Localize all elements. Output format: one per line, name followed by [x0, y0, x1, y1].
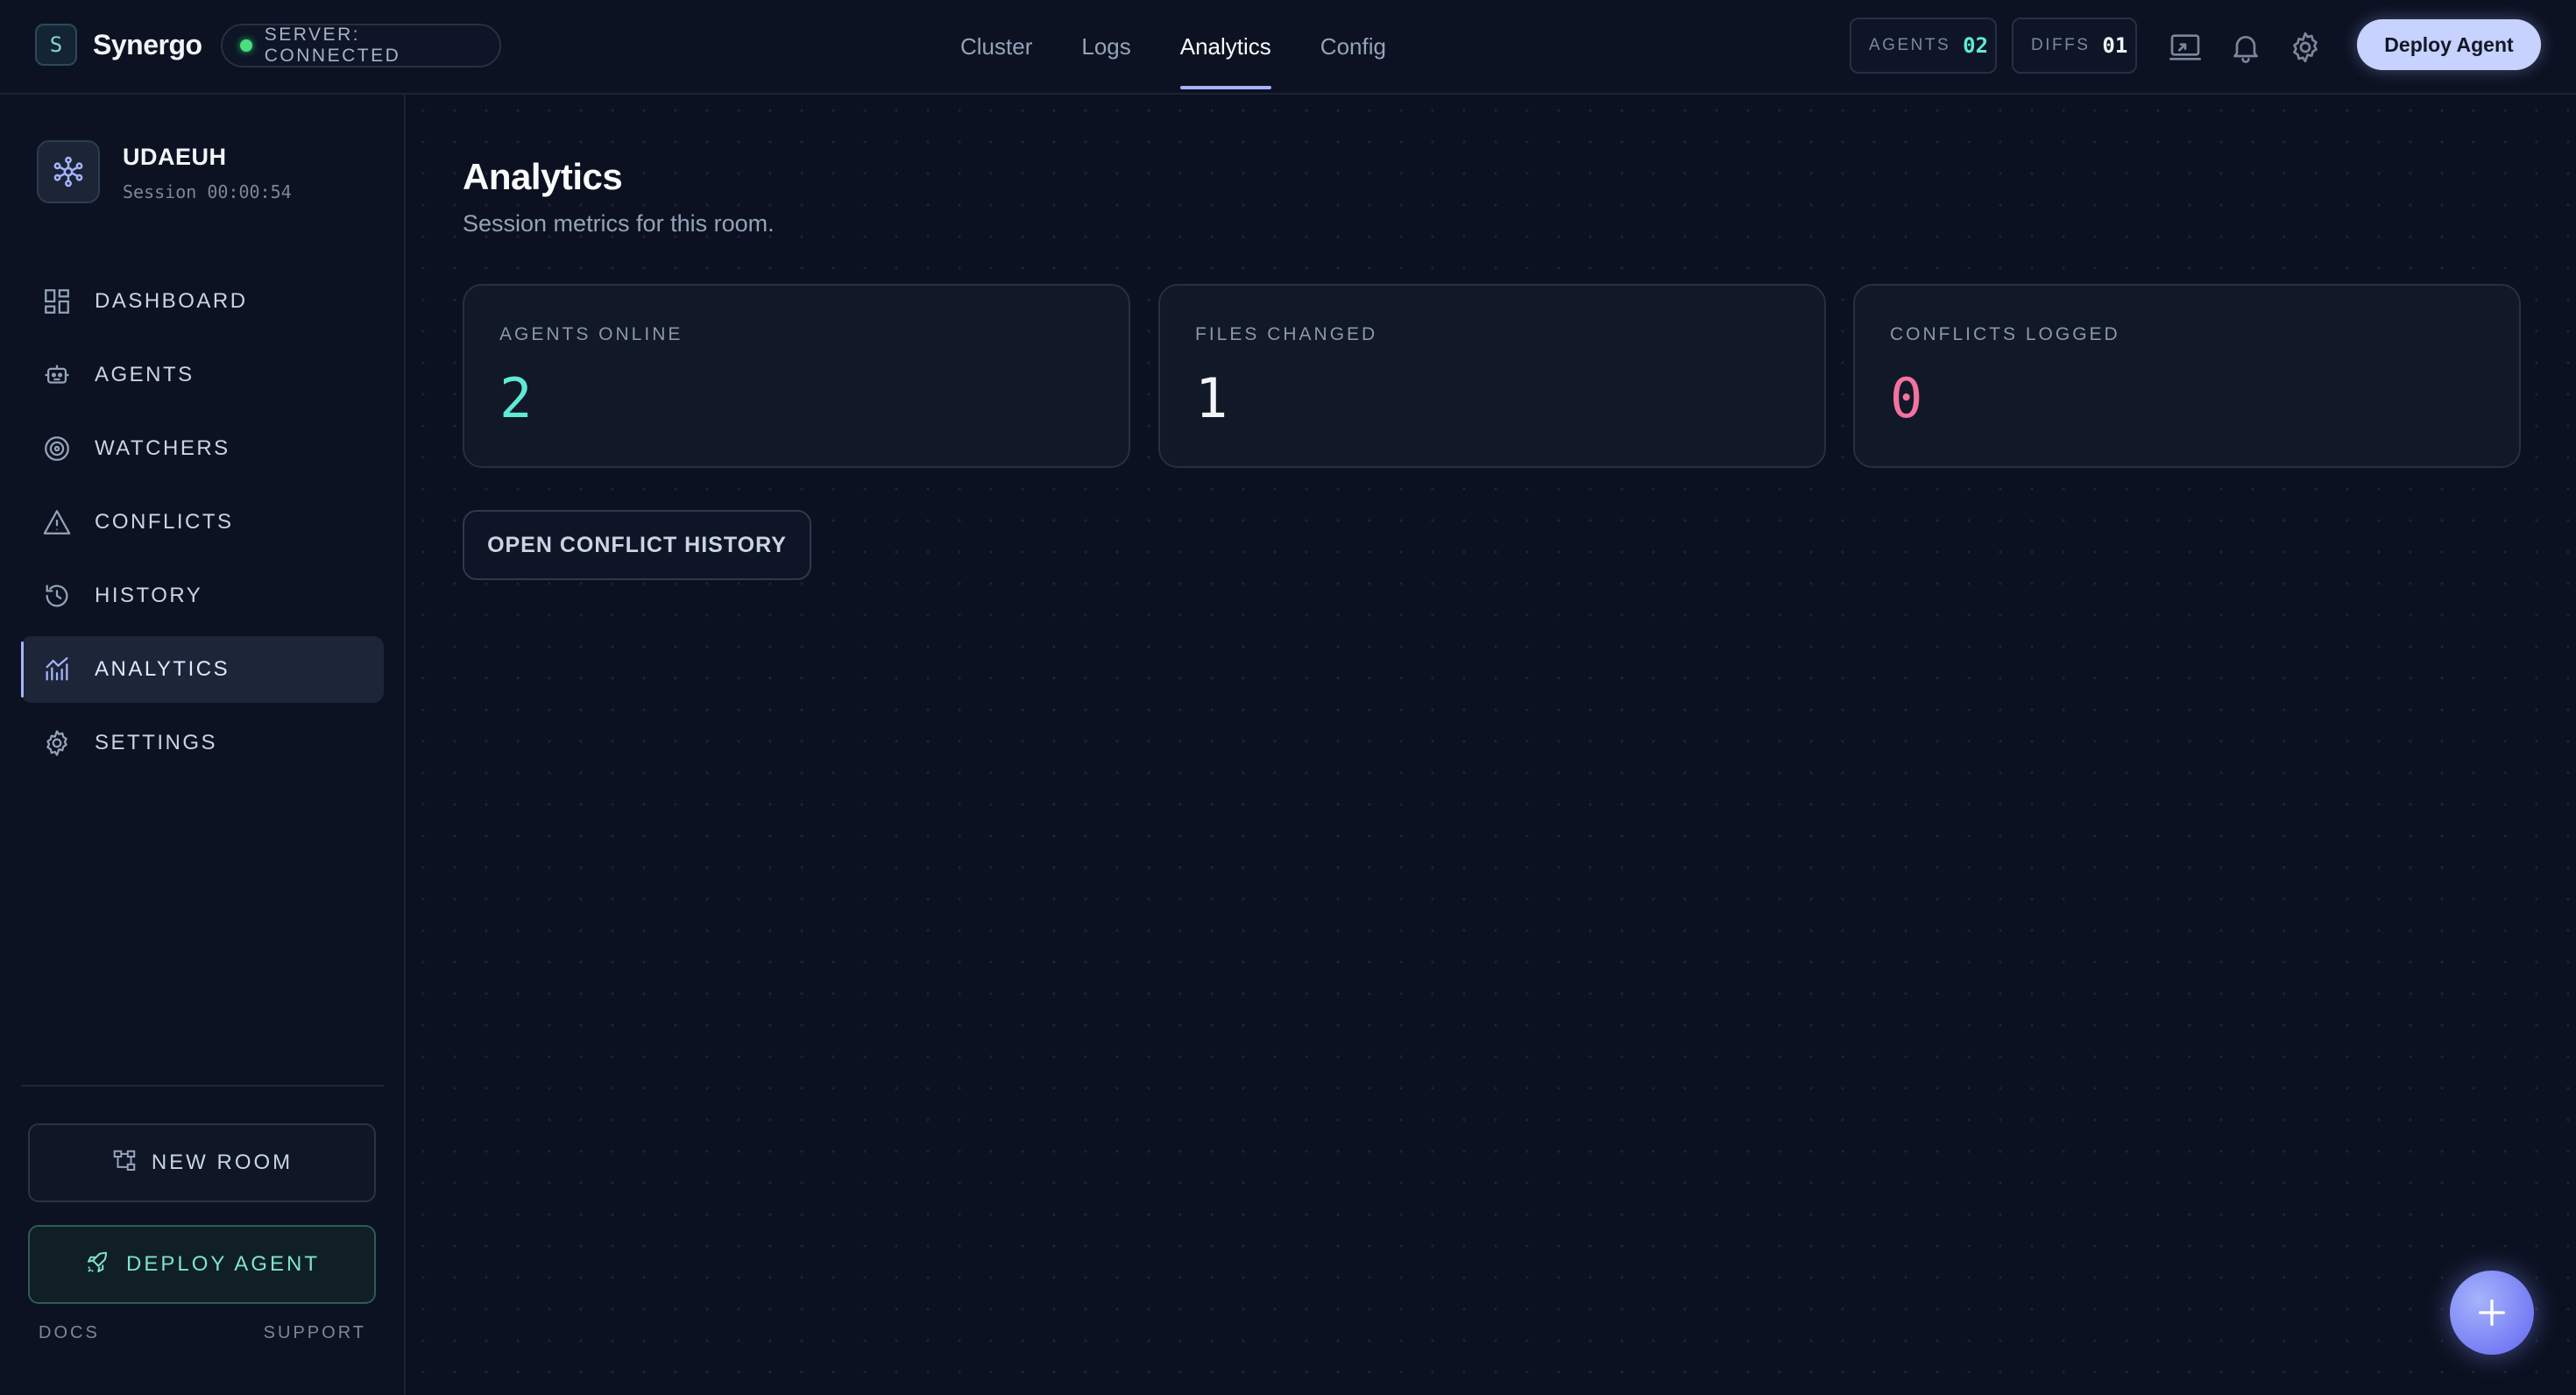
- sidebar-footer: DOCS SUPPORT: [39, 1323, 366, 1343]
- sidebar-item-label: HISTORY: [95, 584, 203, 607]
- page-title: Analytics: [463, 156, 623, 197]
- main-content: Analytics Session metrics for this room.…: [407, 95, 2576, 1395]
- brand-name: Synergo: [93, 28, 202, 60]
- status-dot-icon: [240, 39, 252, 52]
- server-status-badge: SERVER: CONNECTED: [221, 24, 501, 67]
- sidebar-nav: DASHBOARD AGENTS WATCHERS CONFLICTS HIST…: [21, 268, 384, 783]
- sidebar-item-analytics[interactable]: ANALYTICS: [21, 636, 384, 703]
- nav-tab-config[interactable]: Config: [1320, 0, 1386, 93]
- robot-icon: [42, 360, 72, 390]
- new-room-label: NEW ROOM: [151, 1151, 294, 1174]
- history-icon: [42, 581, 72, 611]
- sidebar-item-label: WATCHERS: [95, 436, 230, 460]
- gear-icon[interactable]: [2288, 30, 2323, 65]
- diffs-counter: DIFFS 01: [2012, 18, 2137, 74]
- docs-link[interactable]: DOCS: [39, 1323, 100, 1343]
- deploy-agent-label: DEPLOY AGENT: [126, 1252, 320, 1276]
- sidebar: UDAEUH Session 00:00:54 DASHBOARD AGENTS: [0, 95, 406, 1395]
- diffs-counter-label: DIFFS: [2031, 36, 2091, 54]
- target-icon: [42, 434, 72, 464]
- nav-tab-cluster[interactable]: Cluster: [960, 0, 1032, 93]
- new-room-button[interactable]: NEW ROOM: [28, 1123, 376, 1202]
- screen-share-icon[interactable]: [2168, 30, 2203, 65]
- sidebar-item-conflicts[interactable]: CONFLICTS: [21, 489, 384, 556]
- sidebar-item-label: ANALYTICS: [95, 657, 230, 681]
- room-header: UDAEUH Session 00:00:54: [37, 140, 292, 203]
- metric-card-conflicts-logged: CONFLICTS LOGGED 0: [1853, 284, 2521, 468]
- agents-counter-label: AGENTS: [1869, 36, 1951, 54]
- agents-counter-value: 02: [1963, 33, 1989, 58]
- brand[interactable]: S Synergo: [35, 24, 202, 66]
- metric-card-agents-online: AGENTS ONLINE 2: [463, 284, 1130, 468]
- analytics-icon: [42, 655, 72, 684]
- sidebar-item-label: SETTINGS: [95, 731, 218, 754]
- sidebar-item-history[interactable]: HISTORY: [21, 563, 384, 629]
- metric-value: 0: [1890, 366, 1923, 430]
- sidebar-item-watchers[interactable]: WATCHERS: [21, 415, 384, 482]
- sidebar-item-label: CONFLICTS: [95, 510, 234, 534]
- plus-icon: [2479, 1299, 2505, 1326]
- metric-value: 1: [1195, 366, 1228, 430]
- sidebar-item-label: AGENTS: [95, 363, 195, 386]
- dashboard-icon: [42, 287, 72, 316]
- sidebar-item-agents[interactable]: AGENTS: [21, 342, 384, 408]
- top-bar: S Synergo SERVER: CONNECTED Cluster Logs…: [0, 0, 2576, 95]
- rocket-icon: [84, 1250, 110, 1280]
- deploy-agent-sidebar-button[interactable]: DEPLOY AGENT: [28, 1225, 376, 1304]
- agents-counter: AGENTS 02: [1850, 18, 1997, 74]
- top-nav: Cluster Logs Analytics Config: [960, 0, 1435, 93]
- add-fab-button[interactable]: [2450, 1271, 2534, 1355]
- sidebar-item-dashboard[interactable]: DASHBOARD: [21, 268, 384, 335]
- brand-logo: S: [35, 24, 77, 66]
- diffs-counter-value: 01: [2102, 33, 2128, 58]
- deploy-agent-button[interactable]: Deploy Agent: [2357, 19, 2541, 70]
- nav-tab-logs[interactable]: Logs: [1081, 0, 1130, 93]
- page-subtitle: Session metrics for this room.: [463, 210, 775, 237]
- room-name: UDAEUH: [123, 144, 227, 170]
- session-timer: Session 00:00:54: [123, 181, 292, 202]
- server-status-text: SERVER: CONNECTED: [264, 25, 401, 66]
- metric-card-files-changed: FILES CHANGED 1: [1158, 284, 1826, 468]
- sidebar-item-label: DASHBOARD: [95, 289, 248, 313]
- sidebar-divider: [21, 1085, 384, 1087]
- sidebar-item-settings[interactable]: SETTINGS: [21, 710, 384, 776]
- support-link[interactable]: SUPPORT: [264, 1323, 366, 1343]
- app-root: S Synergo SERVER: CONNECTED Cluster Logs…: [0, 0, 2576, 1395]
- gear-icon: [42, 728, 72, 758]
- bell-icon[interactable]: [2228, 30, 2263, 65]
- hierarchy-icon: [111, 1148, 138, 1179]
- metric-value: 2: [499, 366, 533, 430]
- metric-label: CONFLICTS LOGGED: [1890, 324, 2120, 344]
- warning-icon: [42, 507, 72, 537]
- metric-label: FILES CHANGED: [1195, 324, 1378, 344]
- nav-tab-analytics[interactable]: Analytics: [1179, 0, 1271, 93]
- network-icon: [37, 140, 100, 203]
- open-conflict-history-button[interactable]: OPEN CONFLICT HISTORY: [463, 510, 811, 580]
- metric-label: AGENTS ONLINE: [499, 324, 683, 344]
